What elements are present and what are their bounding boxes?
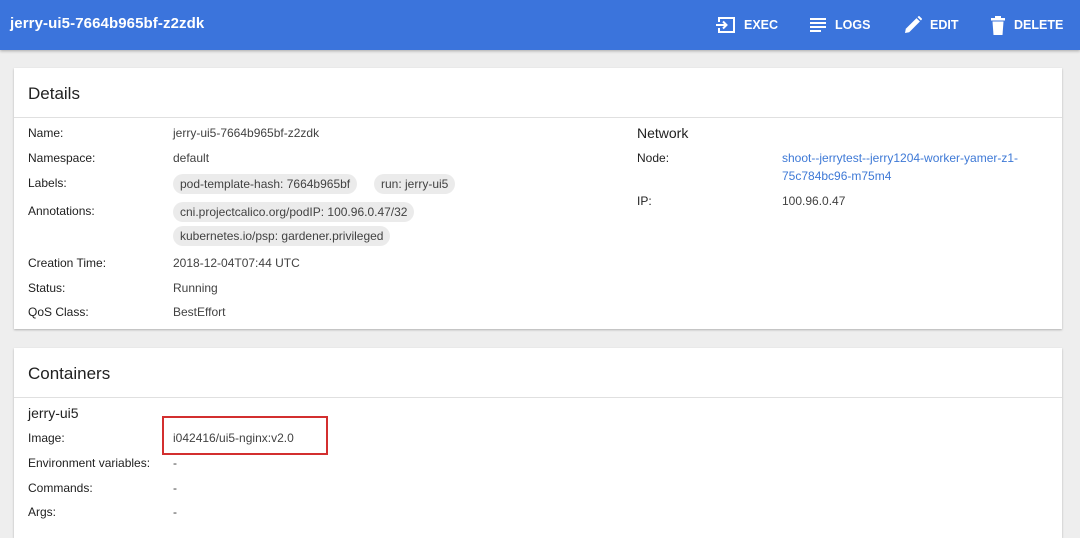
- details-title: Details: [28, 84, 80, 103]
- divider: [14, 117, 1062, 118]
- env-variables-label: Environment variables:: [28, 456, 151, 470]
- labels-label: Labels:: [28, 176, 67, 190]
- divider: [14, 397, 1062, 398]
- exec-label: EXEC: [744, 18, 779, 32]
- name-label: Name:: [28, 126, 64, 140]
- containers-title: Containers: [28, 364, 111, 383]
- status-label: Status:: [28, 281, 66, 295]
- status-value: Running: [173, 281, 218, 295]
- commands-label: Commands:: [28, 481, 93, 495]
- delete-button[interactable]: DELETE: [990, 14, 1063, 36]
- node-label: Node:: [637, 151, 670, 165]
- creation-time-label: Creation Time:: [28, 256, 107, 270]
- logs-label: LOGS: [835, 18, 871, 32]
- creation-time-value: 2018-12-04T07:44 UTC: [173, 256, 300, 270]
- edit-button[interactable]: EDIT: [904, 14, 958, 36]
- commands-value: -: [173, 481, 177, 495]
- annotation-chip: cni.projectcalico.org/podIP: 100.96.0.47…: [173, 202, 415, 222]
- edit-label: EDIT: [930, 18, 959, 32]
- network-title: Network: [637, 125, 689, 141]
- exec-icon: [716, 16, 736, 34]
- args-label: Args:: [28, 505, 57, 519]
- annotation-chip: kubernetes.io/psp: gardener.privileged: [173, 226, 391, 246]
- logs-button[interactable]: LOGS: [809, 14, 870, 36]
- node-link-line2: 75c784bc96-m75m4: [782, 169, 892, 183]
- label-chip: run: jerry-ui5: [374, 174, 456, 194]
- env-variables-value: -: [173, 456, 177, 470]
- exec-button[interactable]: EXEC: [716, 14, 778, 36]
- ip-value: 100.96.0.47: [782, 194, 846, 208]
- node-link-line1: shoot--jerrytest--jerry1204-worker-yamer…: [782, 151, 1019, 165]
- page-title: jerry-ui5-7664b965bf-z2zdk: [10, 15, 205, 32]
- args-value: -: [173, 505, 177, 519]
- image-highlight-box: [162, 416, 328, 455]
- details-card: Details Name: jerry-ui5-7664b965bf-z2zdk…: [14, 68, 1062, 329]
- name-value: jerry-ui5-7664b965bf-z2zdk: [173, 126, 320, 140]
- namespace-value: default: [173, 151, 210, 165]
- image-label: Image:: [28, 431, 65, 445]
- node-link[interactable]: shoot--jerrytest--jerry1204-worker-yamer…: [782, 149, 1018, 185]
- edit-icon: [904, 16, 922, 34]
- ip-label: IP:: [637, 194, 652, 208]
- logs-icon: [809, 17, 827, 33]
- label-chip: pod-template-hash: 7664b965bf: [173, 174, 358, 194]
- qos-class-label: QoS Class:: [28, 305, 89, 319]
- containers-card: Containers jerry-ui5 Image: i042416/ui5-…: [14, 348, 1062, 538]
- qos-class-value: BestEffort: [173, 305, 226, 319]
- annotations-label: Annotations:: [28, 204, 95, 218]
- delete-label: DELETE: [1014, 18, 1064, 32]
- top-app-bar: jerry-ui5-7664b965bf-z2zdk EXEC LOGS EDI…: [0, 0, 1080, 50]
- container-name: jerry-ui5: [28, 405, 79, 421]
- namespace-label: Namespace:: [28, 151, 96, 165]
- delete-icon: [990, 15, 1006, 35]
